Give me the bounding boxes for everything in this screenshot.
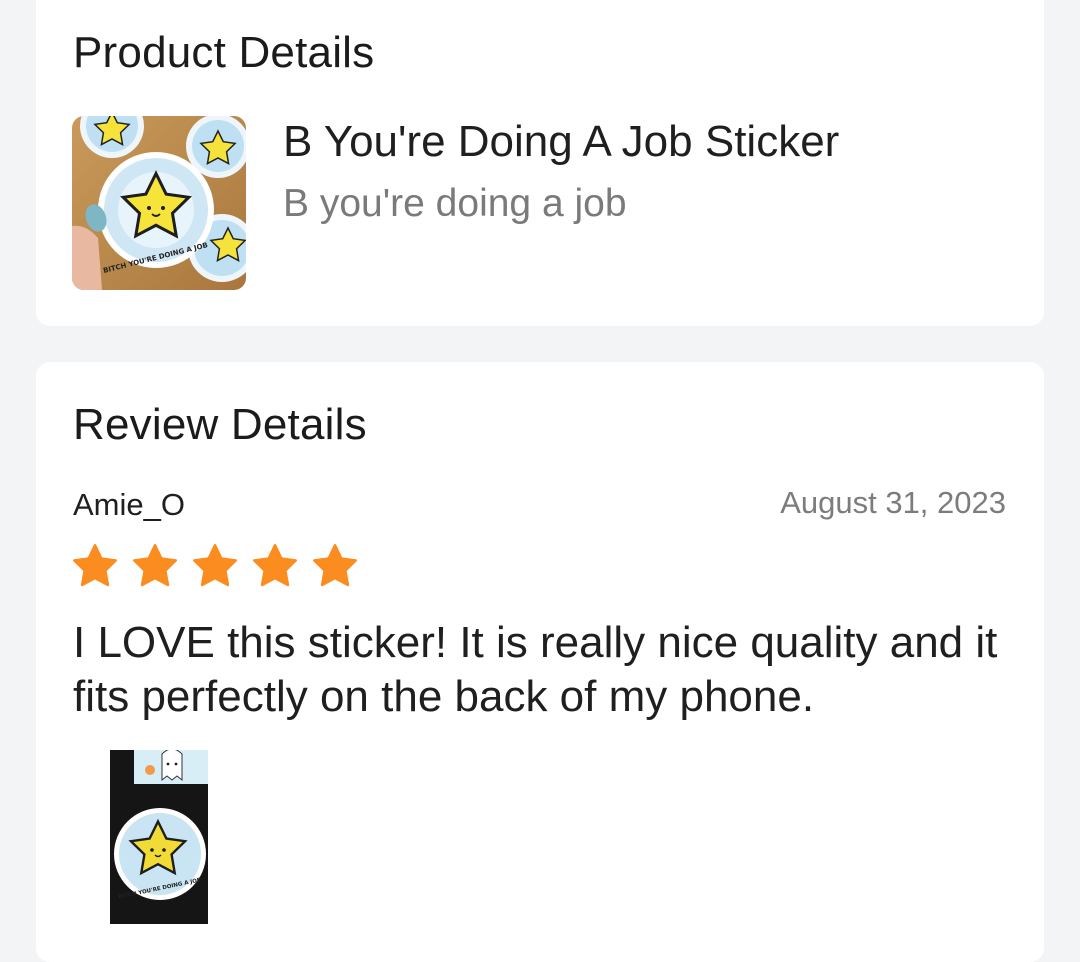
- product-thumbnail[interactable]: BITCH YOU'RE DOING A JOB: [72, 116, 246, 290]
- star-rating: [71, 542, 359, 590]
- star-icon: [313, 544, 357, 587]
- star-icon: [133, 544, 177, 587]
- star-icon: [73, 544, 117, 587]
- product-name[interactable]: B You're Doing A Job Sticker: [283, 117, 839, 167]
- sticker-product-image: BITCH YOU'RE DOING A JOB: [72, 116, 246, 290]
- product-variant: B you're doing a job: [283, 182, 627, 225]
- review-text: I LOVE this sticker! It is really nice q…: [73, 618, 998, 721]
- review-photo[interactable]: BITCH YOU'RE DOING A JOB: [110, 750, 208, 924]
- review-date: August 31, 2023: [780, 485, 1006, 520]
- review-photo-image: BITCH YOU'RE DOING A JOB: [110, 750, 208, 924]
- review-details-card: Review Details Amie_O August 31, 2023 I …: [36, 362, 1044, 962]
- product-details-title: Product Details: [73, 28, 375, 77]
- star-icon: [193, 544, 237, 587]
- star-icon: [253, 544, 297, 587]
- product-details-card: Product Details BITCH YOU'RE DOING A JOB…: [36, 0, 1044, 326]
- reviewer-name: Amie_O: [73, 487, 185, 522]
- review-details-title: Review Details: [73, 400, 367, 449]
